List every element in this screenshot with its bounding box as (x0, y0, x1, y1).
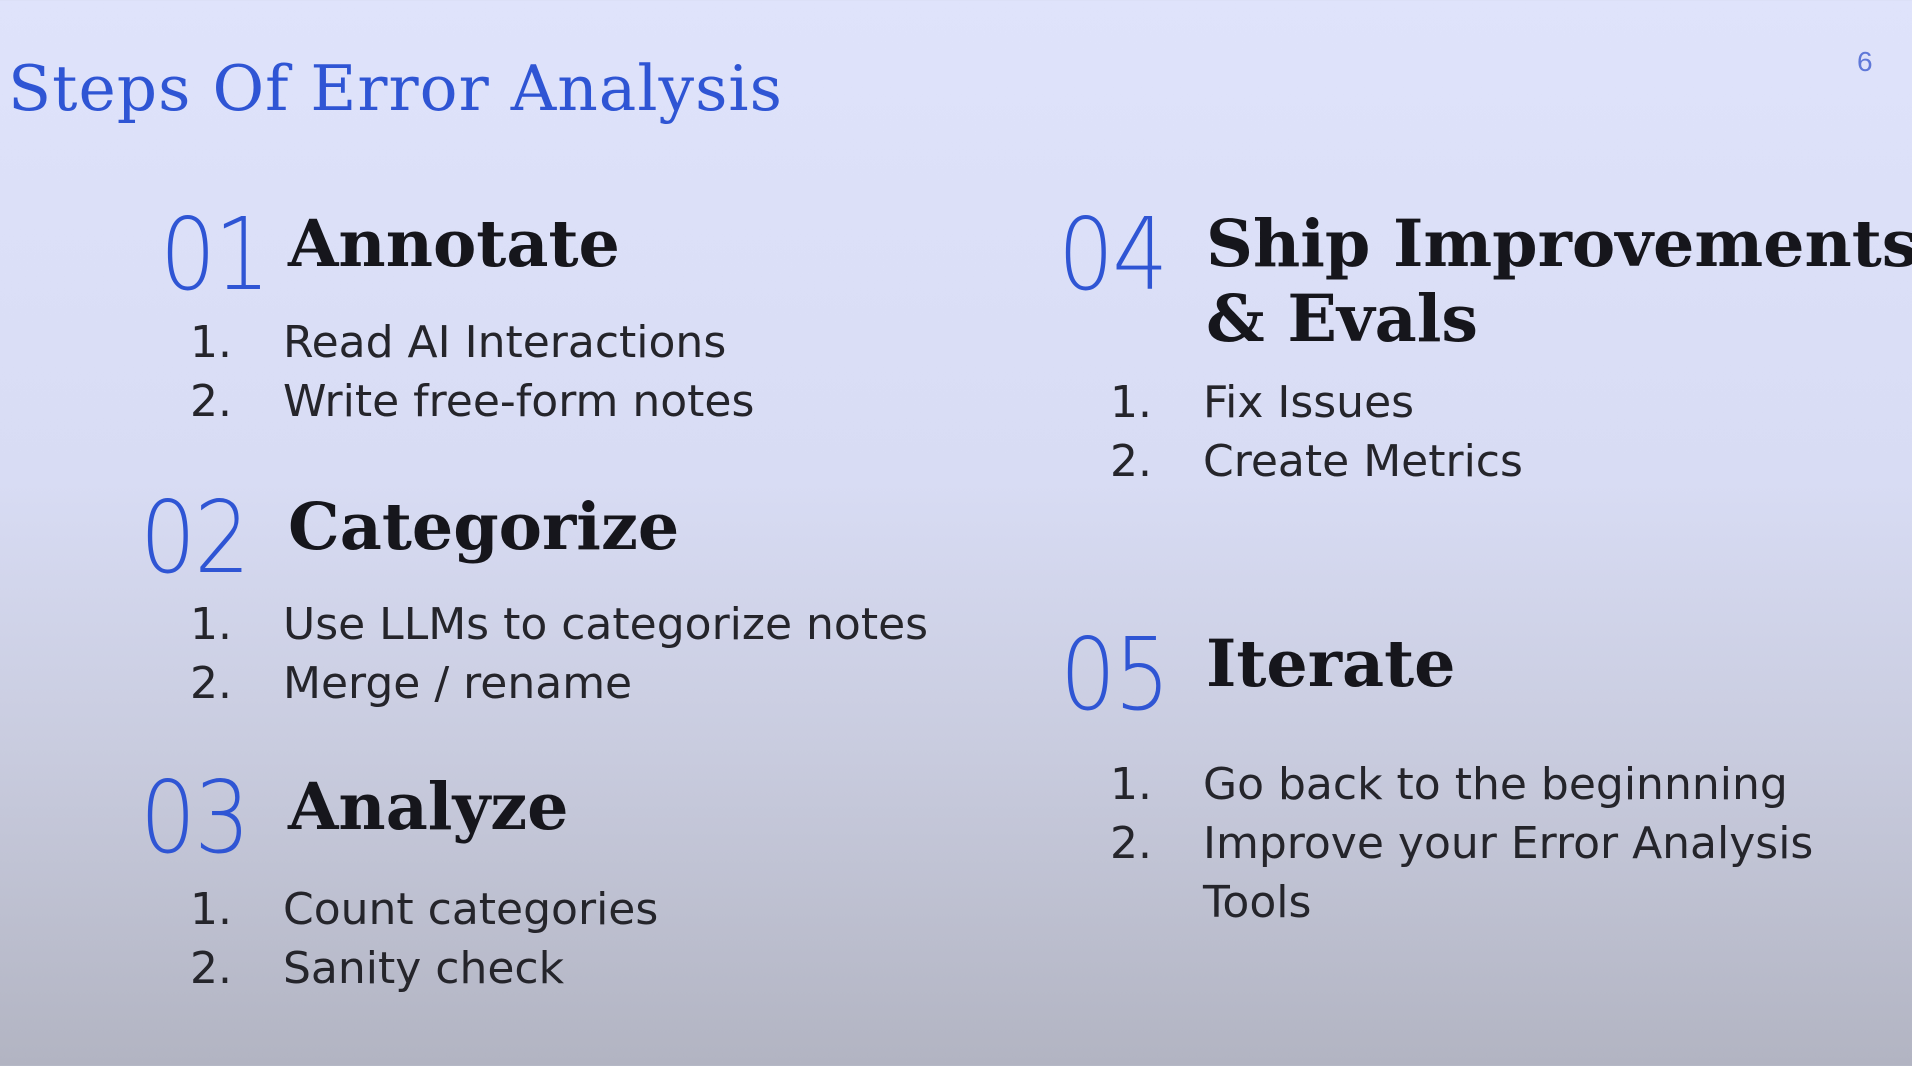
list-marker: 1. (190, 317, 232, 368)
page-number: 6 (1857, 46, 1873, 77)
slide-title: Steps Of Error Analysis (8, 52, 783, 125)
list-marker: 1. (1110, 377, 1152, 428)
step-heading: Analyze (288, 769, 569, 845)
list-item: 2. Write free-form notes (190, 372, 754, 431)
step-list: 1. Go back to the beginnning 2. Improve yo… (1110, 755, 1843, 932)
step-number: 03 (140, 759, 250, 876)
step-list: 1. Count categories 2. Sanity check (190, 880, 658, 998)
step-heading: Annotate (288, 206, 620, 282)
list-marker: 1. (190, 599, 232, 650)
list-item-text: Write free-form notes (283, 376, 755, 427)
list-item-text: Use LLMs to categorize notes (283, 599, 929, 650)
list-marker: 2. (1110, 818, 1152, 869)
list-item-text: Improve your Error Analysis Tools (1203, 818, 1814, 928)
list-item-text: Read AI Interactions (283, 317, 727, 368)
list-item-text: Fix Issues (1203, 377, 1415, 428)
list-item-text: Merge / rename (283, 658, 633, 709)
list-item: 2. Sanity check (190, 939, 658, 998)
list-item-text: Sanity check (283, 943, 565, 994)
list-item-text: Go back to the beginnning (1203, 759, 1788, 810)
list-marker: 2. (1110, 436, 1152, 487)
list-item: 2. Improve your Error Analysis Tools (1110, 814, 1843, 932)
step-number: 05 (1060, 616, 1170, 733)
list-marker: 2. (190, 943, 232, 994)
list-marker: 1. (1110, 759, 1152, 810)
list-item: 1. Read AI Interactions (190, 313, 754, 372)
list-item-text: Create Metrics (1203, 436, 1523, 487)
list-item: 1. Fix Issues (1110, 373, 1523, 432)
list-marker: 2. (190, 376, 232, 427)
list-marker: 2. (190, 658, 232, 709)
list-item: 2. Create Metrics (1110, 432, 1523, 491)
list-item: 1. Use LLMs to categorize notes (190, 595, 928, 654)
step-number: 02 (140, 479, 250, 596)
step-heading-line: Ship Improvements (1206, 206, 1912, 282)
step-heading-line: & Evals (1206, 281, 1479, 357)
step-list: 1. Fix Issues 2. Create Metrics (1110, 373, 1523, 491)
step-heading: Categorize (288, 489, 680, 565)
list-item-text: Count categories (283, 884, 659, 935)
list-item: 1. Count categories (190, 880, 658, 939)
step-heading: Ship Improvements & Evals (1206, 207, 1912, 357)
step-list: 1. Use LLMs to categorize notes 2. Merge /… (190, 595, 928, 713)
list-item: 2. Merge / rename (190, 654, 928, 713)
list-marker: 1. (190, 884, 232, 935)
step-number: 01 (160, 196, 270, 313)
step-list: 1. Read AI Interactions 2. Write free-form… (190, 313, 754, 431)
step-heading: Iterate (1206, 626, 1456, 702)
step-number: 04 (1058, 196, 1168, 313)
list-item: 1. Go back to the beginnning (1110, 755, 1843, 814)
